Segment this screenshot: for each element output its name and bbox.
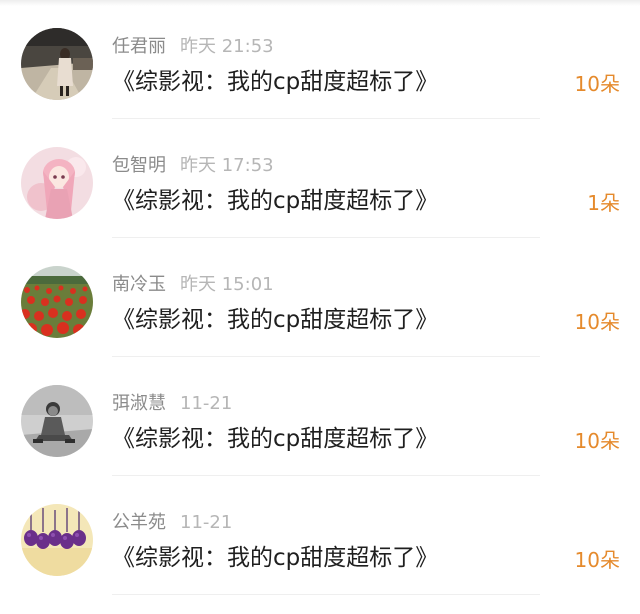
- anime-girl-avatar: [21, 147, 93, 219]
- list-item[interactable]: 包智明 昨天 17:53 《综影视：我的cp甜度超标了》 1朵: [0, 119, 640, 238]
- list-item[interactable]: 南冷玉 昨天 15:01 《综影视：我的cp甜度超标了》 10朵: [0, 238, 640, 357]
- username[interactable]: 公羊苑: [112, 512, 166, 533]
- avatar[interactable]: [21, 385, 93, 457]
- list-item[interactable]: 任君丽 昨天 21:53 《综影视：我的cp甜度超标了》 10朵: [0, 0, 640, 119]
- record-meta: 南冷玉 昨天 15:01: [112, 274, 274, 296]
- timestamp: 昨天 17:53: [180, 155, 274, 176]
- book-title[interactable]: 《综影视：我的cp甜度超标了》: [112, 423, 438, 455]
- avatar[interactable]: [21, 28, 93, 100]
- timestamp: 昨天 15:01: [180, 274, 274, 295]
- divider: [112, 594, 540, 595]
- username[interactable]: 任君丽: [112, 36, 166, 57]
- list-item[interactable]: 公羊苑 11-21 《综影视：我的cp甜度超标了》 10朵: [0, 476, 640, 595]
- timestamp: 11-21: [180, 393, 233, 414]
- timestamp: 11-21: [180, 512, 233, 533]
- flower-count: 10朵: [574, 310, 620, 334]
- hanging-flowers-avatar: [21, 504, 93, 576]
- girl-on-road-avatar: [21, 28, 93, 100]
- book-title[interactable]: 《综影视：我的cp甜度超标了》: [112, 66, 438, 98]
- flower-count: 10朵: [574, 429, 620, 453]
- record-meta: 弭淑慧 11-21: [112, 393, 232, 415]
- book-title[interactable]: 《综影视：我的cp甜度超标了》: [112, 542, 438, 574]
- record-meta: 包智明 昨天 17:53: [112, 155, 274, 177]
- child-sitting-avatar: [21, 385, 93, 457]
- poppy-field-avatar: [21, 266, 93, 338]
- flower-count: 10朵: [574, 72, 620, 96]
- avatar[interactable]: [21, 504, 93, 576]
- book-title[interactable]: 《综影视：我的cp甜度超标了》: [112, 185, 438, 217]
- username[interactable]: 南冷玉: [112, 274, 166, 295]
- timestamp: 昨天 21:53: [180, 36, 274, 57]
- record-meta: 公羊苑 11-21: [112, 512, 232, 534]
- record-meta: 任君丽 昨天 21:53: [112, 36, 274, 58]
- flower-count: 1朵: [587, 191, 620, 215]
- avatar[interactable]: [21, 266, 93, 338]
- flower-count: 10朵: [574, 548, 620, 572]
- book-title[interactable]: 《综影视：我的cp甜度超标了》: [112, 304, 438, 336]
- avatar[interactable]: [21, 147, 93, 219]
- username[interactable]: 弭淑慧: [112, 393, 166, 414]
- list-item[interactable]: 弭淑慧 11-21 《综影视：我的cp甜度超标了》 10朵: [0, 357, 640, 476]
- username[interactable]: 包智明: [112, 155, 166, 176]
